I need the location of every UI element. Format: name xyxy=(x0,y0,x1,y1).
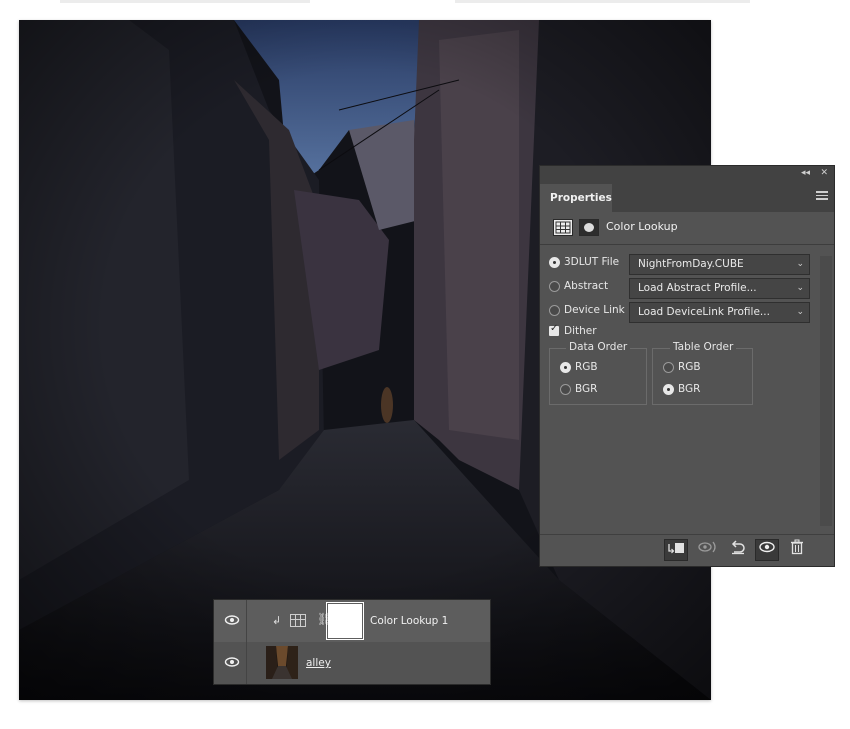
adjustment-title: Color Lookup xyxy=(606,220,678,233)
dropdown-abstract[interactable]: Load Abstract Profile... ⌄ xyxy=(629,278,810,299)
adjustment-grid-icon[interactable] xyxy=(290,614,306,627)
panel-footer xyxy=(540,534,834,567)
dropdown-device-link[interactable]: Load DeviceLink Profile... ⌄ xyxy=(629,302,810,323)
panel-menu-icon[interactable] xyxy=(816,189,828,202)
radio-abstract[interactable] xyxy=(549,281,560,292)
chevron-down-icon: ⌄ xyxy=(796,307,804,317)
lookup-options: 3DLUT File NightFromDay.CUBE ⌄ Abstract … xyxy=(540,246,834,533)
tab-properties[interactable]: Properties xyxy=(540,184,612,212)
visibility-divider xyxy=(246,600,247,642)
layers-panel: ↲ ⛓ Color Lookup 1 alley xyxy=(213,599,491,685)
top-bar-left xyxy=(60,0,310,3)
tab-strip: Properties xyxy=(540,180,834,212)
layer-image-thumbnail[interactable] xyxy=(266,646,298,679)
radio-data-order-bgr[interactable] xyxy=(560,384,571,395)
table-order-title: Table Order xyxy=(670,341,737,353)
adjustment-header: Color Lookup xyxy=(540,212,834,242)
layer-row-color-lookup[interactable]: ↲ ⛓ Color Lookup 1 xyxy=(214,600,490,643)
trash-icon[interactable] xyxy=(785,539,809,561)
radio-data-order-rgb[interactable] xyxy=(560,362,571,373)
adjustment-grid-icon[interactable] xyxy=(553,219,573,236)
panel-scrollbar[interactable] xyxy=(820,256,832,526)
clip-to-layer-icon[interactable] xyxy=(664,539,688,561)
dropdown-3dlut-value: NightFromDay.CUBE xyxy=(638,258,744,270)
label-3dlut-file: 3DLUT File xyxy=(564,256,620,268)
eye-icon[interactable] xyxy=(224,614,240,626)
collapse-icon[interactable]: ◂◂ xyxy=(801,167,810,179)
label-abstract: Abstract xyxy=(564,280,609,292)
panel-title-bar: ◂◂ ✕ xyxy=(540,166,834,180)
label-device-link: Device Link xyxy=(564,304,625,316)
layer-mask-thumbnail[interactable] xyxy=(326,602,364,640)
properties-panel: ◂◂ ✕ Properties Color Lookup 3DLUT File … xyxy=(539,165,835,567)
visibility-divider xyxy=(246,642,247,684)
dropdown-3dlut-file[interactable]: NightFromDay.CUBE ⌄ xyxy=(629,254,810,275)
clipping-arrow-icon: ↲ xyxy=(272,614,282,627)
dither-checkbox[interactable] xyxy=(549,323,559,336)
label-dither: Dither xyxy=(564,325,597,337)
dropdown-abstract-value: Load Abstract Profile... xyxy=(638,282,757,294)
table-order-group: Table Order RGB BGR xyxy=(652,341,753,405)
chevron-down-icon: ⌄ xyxy=(796,283,804,293)
header-divider xyxy=(540,244,834,245)
radio-3dlut-file[interactable] xyxy=(549,257,560,268)
label-table-order-bgr: BGR xyxy=(678,383,701,395)
close-icon[interactable]: ✕ xyxy=(820,167,828,179)
data-order-group: Data Order RGB BGR xyxy=(549,341,647,405)
layer-row-alley[interactable]: alley xyxy=(214,642,490,684)
dropdown-device-link-value: Load DeviceLink Profile... xyxy=(638,306,770,318)
data-order-title: Data Order xyxy=(566,341,631,353)
label-data-order-bgr: BGR xyxy=(575,383,598,395)
chevron-down-icon: ⌄ xyxy=(796,259,804,269)
radio-table-order-rgb[interactable] xyxy=(663,362,674,373)
radio-table-order-bgr[interactable] xyxy=(663,384,674,395)
layer-mask-icon[interactable] xyxy=(579,219,599,236)
view-previous-state-icon[interactable] xyxy=(696,539,720,561)
label-table-order-rgb: RGB xyxy=(678,361,701,373)
top-bar-right xyxy=(455,0,750,3)
eye-icon[interactable] xyxy=(755,539,779,561)
reset-icon[interactable] xyxy=(726,539,750,561)
layer-name[interactable]: Color Lookup 1 xyxy=(370,615,448,627)
layer-name[interactable]: alley xyxy=(306,657,331,669)
eye-icon[interactable] xyxy=(224,656,240,668)
label-data-order-rgb: RGB xyxy=(575,361,598,373)
radio-device-link[interactable] xyxy=(549,305,560,316)
